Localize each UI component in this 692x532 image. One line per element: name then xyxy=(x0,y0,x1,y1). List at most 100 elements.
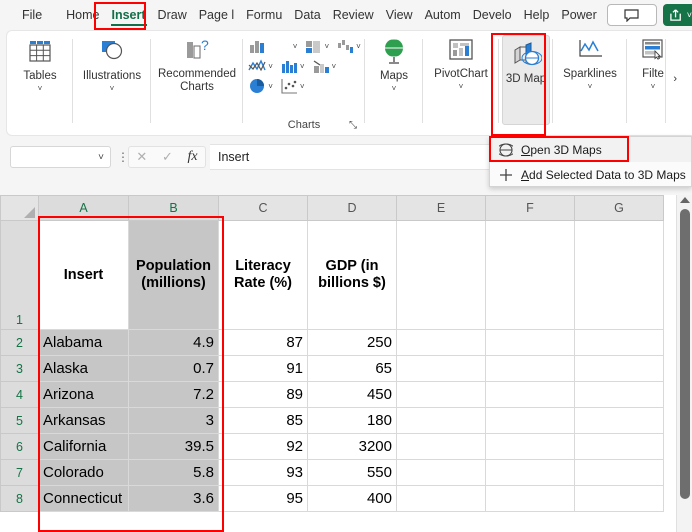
cell-a5[interactable]: Arkansas xyxy=(38,407,129,434)
share-button[interactable]: ˅ xyxy=(662,4,692,26)
cell-b3[interactable]: 0.7 xyxy=(128,355,219,382)
cell-f4[interactable] xyxy=(485,381,575,408)
vertical-scrollbar[interactable] xyxy=(676,195,692,532)
combo-chart-button[interactable]: ˅ xyxy=(309,56,339,76)
cell-g6[interactable] xyxy=(574,433,664,460)
cell-f3[interactable] xyxy=(485,355,575,382)
cell-a1[interactable]: Insert xyxy=(38,220,129,330)
insert-function-icon[interactable]: fx xyxy=(188,149,198,165)
cell-a6[interactable]: California xyxy=(38,433,129,460)
cell-e4[interactable] xyxy=(396,381,486,408)
scatter-chart-button[interactable]: ˅ xyxy=(277,76,307,96)
cell-b5[interactable]: 3 xyxy=(128,407,219,434)
cell-c2[interactable]: 87 xyxy=(218,329,308,356)
row-header-5[interactable]: 5 xyxy=(0,407,39,434)
column-header-d[interactable]: D xyxy=(307,195,397,221)
cell-f5[interactable] xyxy=(485,407,575,434)
tab-data[interactable]: Data xyxy=(288,3,326,27)
cell-g8[interactable] xyxy=(574,485,664,512)
charts-dialog-launcher-icon[interactable]: ⤡ xyxy=(349,120,357,131)
cell-d1[interactable]: GDP (in billions $) xyxy=(307,220,397,330)
statistic-chart-button[interactable]: ˅ xyxy=(277,56,307,76)
column-header-b[interactable]: B xyxy=(128,195,219,221)
cell-e1[interactable] xyxy=(396,220,486,330)
pivotchart-button[interactable]: PivotChart ˅ xyxy=(434,31,488,91)
column-header-a[interactable]: A xyxy=(38,195,129,221)
3d-map-button[interactable]: 3D Map xyxy=(502,35,550,125)
cell-g4[interactable] xyxy=(574,381,664,408)
hierarchy-chart-button[interactable]: ˅ xyxy=(301,36,331,56)
cell-f1[interactable] xyxy=(485,220,575,330)
cell-g7[interactable] xyxy=(574,459,664,486)
cell-e7[interactable] xyxy=(396,459,486,486)
cell-g1[interactable] xyxy=(574,220,664,330)
tab-page-layout[interactable]: Page l xyxy=(193,3,240,27)
line-chart-button[interactable]: ˅ xyxy=(245,56,275,76)
cell-c4[interactable]: 89 xyxy=(218,381,308,408)
tab-developer[interactable]: Develo xyxy=(467,3,518,27)
select-all-corner[interactable] xyxy=(0,195,39,221)
cell-a8[interactable]: Connecticut xyxy=(38,485,129,512)
scroll-up-icon[interactable] xyxy=(680,197,690,203)
cell-d2[interactable]: 250 xyxy=(307,329,397,356)
tab-review[interactable]: Review xyxy=(327,3,380,27)
cell-c5[interactable]: 85 xyxy=(218,407,308,434)
column-header-c[interactable]: C xyxy=(218,195,308,221)
cell-a4[interactable]: Arizona xyxy=(38,381,129,408)
column-header-e[interactable]: E xyxy=(396,195,486,221)
tab-home[interactable]: Home xyxy=(60,3,105,27)
cell-c6[interactable]: 92 xyxy=(218,433,308,460)
row-header-4[interactable]: 4 xyxy=(0,381,39,408)
cell-a7[interactable]: Colorado xyxy=(38,459,129,486)
menu-item-add-selected-data[interactable]: Add Selected Data to 3D Maps xyxy=(490,162,691,187)
cell-f8[interactable] xyxy=(485,485,575,512)
tables-button[interactable]: Tables ˅ xyxy=(23,31,57,93)
cell-c3[interactable]: 91 xyxy=(218,355,308,382)
cell-d8[interactable]: 400 xyxy=(307,485,397,512)
cell-e2[interactable] xyxy=(396,329,486,356)
tab-file[interactable]: File xyxy=(16,3,48,27)
illustrations-button[interactable]: Illustrations ˅ xyxy=(83,31,141,93)
cell-b6[interactable]: 39.5 xyxy=(128,433,219,460)
cell-f6[interactable] xyxy=(485,433,575,460)
cell-a3[interactable]: Alaska xyxy=(38,355,129,382)
tab-automate[interactable]: Autom xyxy=(419,3,467,27)
cell-e6[interactable] xyxy=(396,433,486,460)
cell-b2[interactable]: 4.9 xyxy=(128,329,219,356)
waterfall-chart-button[interactable]: ˅ xyxy=(333,36,363,56)
tab-draw[interactable]: Draw xyxy=(152,3,193,27)
name-box[interactable]: ˅ xyxy=(10,146,111,168)
cell-d4[interactable]: 450 xyxy=(307,381,397,408)
tab-view[interactable]: View xyxy=(380,3,419,27)
tab-power[interactable]: Power xyxy=(555,3,602,27)
cell-d3[interactable]: 65 xyxy=(307,355,397,382)
recommended-charts-button[interactable]: ? Recommended Charts xyxy=(153,31,241,94)
cell-b1[interactable]: Population (millions) xyxy=(128,220,219,330)
row-header-6[interactable]: 6 xyxy=(0,433,39,460)
tab-formulas[interactable]: Formu xyxy=(240,3,288,27)
cell-f7[interactable] xyxy=(485,459,575,486)
column-header-g[interactable]: G xyxy=(574,195,664,221)
cell-g2[interactable] xyxy=(574,329,664,356)
column-chart-button[interactable]: Charts˅ xyxy=(245,36,299,56)
row-header-1[interactable]: 1 xyxy=(0,220,39,330)
sparklines-button[interactable]: Sparklines ˅ xyxy=(563,31,617,91)
column-header-f[interactable]: F xyxy=(485,195,575,221)
cell-d7[interactable]: 550 xyxy=(307,459,397,486)
cell-g5[interactable] xyxy=(574,407,664,434)
cell-b4[interactable]: 7.2 xyxy=(128,381,219,408)
menu-item-open-3d-maps[interactable]: Open 3D Maps xyxy=(490,137,691,162)
cell-g3[interactable] xyxy=(574,355,664,382)
row-header-3[interactable]: 3 xyxy=(0,355,39,382)
maps-button[interactable]: Maps ˅ xyxy=(378,31,410,93)
tab-help[interactable]: Help xyxy=(518,3,556,27)
ribbon-overflow-icon[interactable]: › xyxy=(673,73,677,85)
row-header-8[interactable]: 8 xyxy=(0,485,39,512)
confirm-icon[interactable]: ✓ xyxy=(162,149,173,165)
comments-button[interactable] xyxy=(606,4,657,26)
cell-d5[interactable]: 180 xyxy=(307,407,397,434)
cell-c7[interactable]: 93 xyxy=(218,459,308,486)
slicer-button[interactable]: Filte ˅ xyxy=(638,31,668,91)
cell-e8[interactable] xyxy=(396,485,486,512)
cell-e3[interactable] xyxy=(396,355,486,382)
